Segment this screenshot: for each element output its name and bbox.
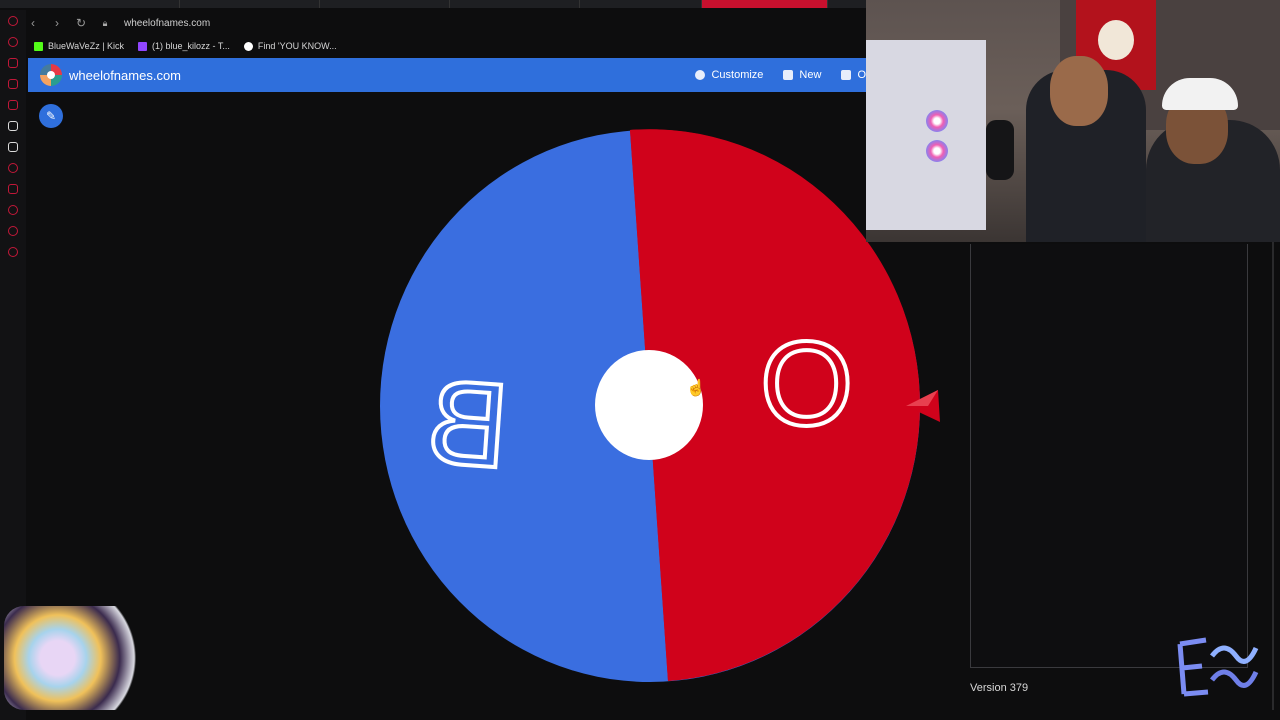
palette-icon	[695, 70, 706, 80]
bookmarks-bar: BlueWaVeZz | Kick (1) blue_kilozz - T...…	[28, 36, 866, 56]
x-icon[interactable]	[8, 142, 18, 152]
pencil-icon: ✎	[45, 109, 57, 123]
bookmark-tiktok[interactable]: Find 'YOU KNOW...	[243, 41, 337, 51]
player-icon[interactable]	[8, 163, 18, 173]
twitch-icon	[138, 41, 148, 51]
fan-icon	[926, 140, 948, 162]
browser-tab[interactable]	[320, 0, 450, 8]
new-button[interactable]: New	[783, 69, 821, 81]
app-icon[interactable]	[8, 121, 18, 131]
screen: ‹ › ↻ 🔒︎ wheelofnames.com BlueWaVeZz | K…	[0, 0, 1280, 720]
file-icon	[783, 70, 794, 80]
pc-case	[866, 40, 986, 230]
skull-decoration-icon	[1098, 20, 1134, 60]
kick-icon	[34, 41, 43, 51]
browser-tab[interactable]	[450, 0, 580, 8]
segment-label-b: B	[421, 352, 514, 495]
back-icon[interactable]: ‹	[28, 16, 38, 30]
notes-icon[interactable]	[8, 184, 18, 194]
fan-icon	[926, 110, 948, 132]
hand-cursor-icon: ☝	[686, 380, 706, 397]
reload-icon[interactable]: ↻	[76, 16, 86, 30]
bookmark-kick[interactable]: BlueWaVeZz | Kick	[34, 41, 124, 51]
customize-label: Customize	[711, 69, 764, 81]
bookmark-icon[interactable]	[8, 58, 18, 68]
wheel-hub[interactable]	[595, 350, 703, 460]
history-icon[interactable]	[8, 37, 18, 47]
site-logo-icon[interactable]	[40, 64, 62, 86]
entries-textbox[interactable]	[970, 244, 1248, 668]
bookmark-label: (1) blue_kilozz - T...	[152, 41, 230, 51]
settings-icon[interactable]	[8, 247, 18, 257]
reload-icon[interactable]	[8, 16, 18, 26]
streamer-right-cap	[1162, 78, 1238, 110]
bookmark-twitch[interactable]: (1) blue_kilozz - T...	[138, 41, 230, 51]
url-text[interactable]: wheelofnames.com	[124, 18, 210, 29]
folder-icon	[841, 70, 852, 80]
streamer-left-head	[1050, 56, 1108, 126]
lock-icon[interactable]: 🔒︎	[100, 18, 110, 29]
scrollbar[interactable]	[1272, 240, 1274, 710]
edit-button[interactable]: ✎	[39, 104, 63, 128]
header-menu: Customize New O	[695, 58, 866, 92]
open-label: O	[857, 69, 866, 81]
browser-tab[interactable]	[580, 0, 702, 8]
bookmark-label: Find 'YOU KNOW...	[257, 41, 337, 51]
mail-icon[interactable]	[8, 100, 18, 110]
webcam-overlay	[866, 0, 1280, 242]
url-bar: ‹ › ↻ 🔒︎ wheelofnames.com	[28, 12, 866, 34]
bookmark-label: BlueWaVeZz | Kick	[48, 41, 125, 51]
stream-logo-right	[1177, 637, 1259, 697]
browser-tab[interactable]	[40, 0, 180, 8]
customize-button[interactable]: Customize	[695, 69, 763, 81]
site-title[interactable]: wheelofnames.com	[69, 68, 181, 83]
microphone-icon	[986, 120, 1014, 180]
stream-logo-left	[4, 606, 138, 710]
app-header: wheelofnames.com Customize New O	[28, 58, 866, 92]
tiktok-icon	[243, 41, 253, 51]
wheel[interactable]: B O	[378, 128, 922, 684]
browser-tab[interactable]	[180, 0, 320, 8]
tab-strip	[0, 0, 866, 8]
open-button[interactable]: O	[841, 69, 866, 81]
segment-label-o: O	[758, 317, 855, 451]
wheel-pointer-icon	[906, 390, 940, 422]
messages-icon[interactable]	[8, 79, 18, 89]
version-label: Version 379	[970, 682, 1029, 694]
clock-icon[interactable]	[8, 205, 18, 215]
extensions-icon[interactable]	[8, 226, 18, 236]
forward-icon[interactable]: ›	[52, 16, 62, 30]
new-label: New	[799, 69, 822, 81]
browser-tab-active[interactable]	[702, 0, 828, 8]
